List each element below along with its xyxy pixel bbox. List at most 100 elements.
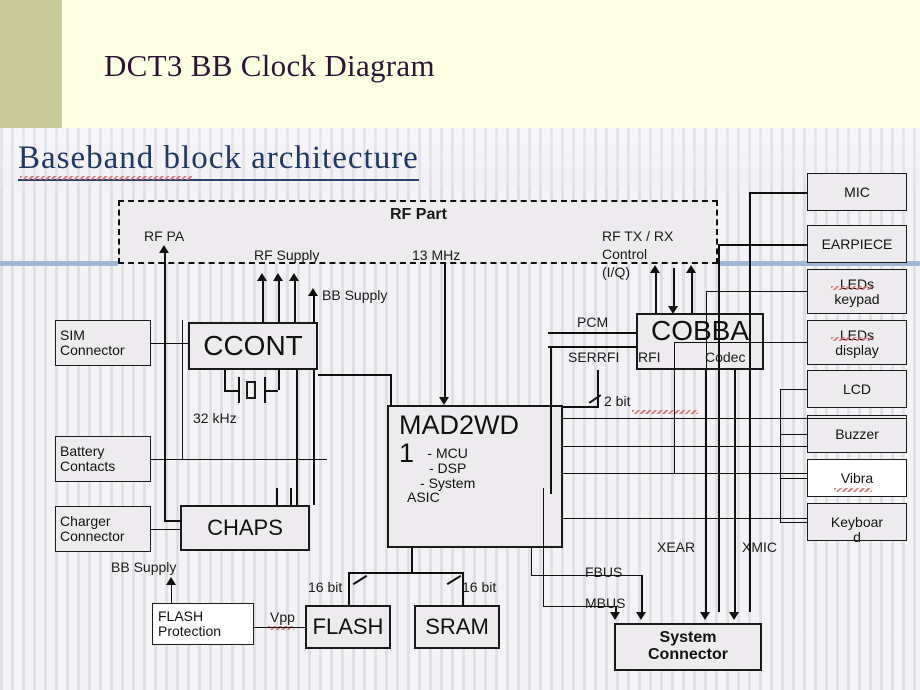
wire-2bit-h — [563, 406, 599, 408]
arrow-bb-supply-bottom — [166, 577, 176, 585]
wire-flash-down — [348, 572, 350, 605]
wire-battery-vert — [182, 320, 183, 459]
wire-earpiece-riser — [718, 244, 720, 612]
charger-line1: Charger — [60, 513, 111, 530]
mad-title: MAD2WD — [399, 410, 519, 440]
mad-line3: - System — [420, 474, 476, 491]
wire-fbus-down — [641, 575, 643, 616]
vpp-label: Vpp — [270, 609, 295, 625]
wire-ccont-elbow-v — [390, 374, 392, 405]
peripheral-keyboard[interactable]: Keyboar d — [807, 503, 907, 544]
peripheral-mic[interactable]: MIC — [807, 173, 907, 211]
wire-serrfi-v — [550, 346, 552, 494]
spellcheck-underline-leds-keypad — [831, 286, 873, 290]
arrow-xear — [700, 612, 710, 620]
wire-earpiece-h — [718, 244, 807, 246]
crystal-lead-right — [278, 370, 280, 390]
block-flash-protection[interactable]: FLASH Protection — [152, 603, 254, 645]
wire-fbus-h — [531, 575, 641, 576]
flash-protection-line2: Protection — [158, 623, 222, 639]
crystal-body — [246, 381, 256, 399]
peripheral-buzzer[interactable]: Buzzer — [807, 415, 907, 453]
block-chaps[interactable]: CHAPS — [180, 505, 310, 551]
mad-line1: - MCU — [427, 445, 468, 462]
wire-chaps-stub-1 — [276, 488, 278, 505]
arrow-bb-supply-top — [308, 288, 318, 296]
slash-flash-bits — [352, 574, 368, 586]
wire-2bit-v — [597, 370, 599, 406]
title-accent-bar — [0, 0, 62, 128]
wire-mic-riser — [749, 192, 751, 612]
peripheral-leds-keypad-label2: keypad — [834, 290, 880, 307]
wire-mbus-v — [543, 488, 544, 606]
wire-mem-bus-h — [348, 572, 462, 574]
peripheral-lcd[interactable]: LCD — [807, 370, 907, 408]
xmic-label: XMIC — [742, 539, 777, 555]
slide: DCT3 BB Clock Diagram Baseband block arc… — [0, 0, 920, 690]
slash-sram-bits — [446, 574, 462, 586]
mbus-label: MBUS — [585, 595, 626, 611]
wire-vibra-stub — [780, 478, 807, 479]
peripheral-leds-display[interactable]: LEDs display — [807, 320, 907, 365]
bb-supply-bottom-label: BB Supply — [111, 559, 177, 575]
page-title: DCT3 BB Clock Diagram — [104, 48, 435, 83]
system-connector-line1: System — [659, 629, 717, 647]
arrow-fbus — [636, 612, 646, 620]
wire-rf-ctrl-up1 — [655, 268, 657, 313]
diagram-canvas: Baseband block architecture RF Part RF P… — [0, 128, 920, 690]
block-sim-connector[interactable]: SIM Connector — [55, 320, 151, 366]
peripheral-leds-keypad[interactable]: LEDs keypad — [807, 269, 907, 314]
wire-riser-leds-display-h — [674, 342, 807, 343]
arrow-xmic — [729, 612, 739, 620]
wire-rf-supply-3 — [294, 276, 296, 322]
wire-lcd-stub — [780, 389, 807, 390]
cobba-label: COBBA — [650, 315, 750, 346]
slash-two-bit — [588, 394, 602, 404]
decorative-rule-left — [0, 261, 118, 266]
arrow-rf-ctrl-dn — [668, 306, 678, 314]
peripheral-mic-label: MIC — [844, 183, 870, 200]
battery-line1: Battery — [60, 443, 105, 460]
peripheral-leds-display-label2: display — [835, 341, 879, 358]
wire-13mhz — [444, 264, 446, 402]
wire-riser-leds-keypad-h — [706, 291, 807, 292]
wire-ccont-down-2 — [313, 370, 315, 505]
block-flash[interactable]: FLASH — [305, 605, 391, 649]
wire-mad-bus-2 — [563, 446, 807, 447]
rf-txrx-control-label3: (I/Q) — [602, 264, 630, 280]
block-mad2wd1[interactable]: MAD2WD 1 - MCU - DSP - System ASIC — [387, 405, 563, 548]
block-system-connector[interactable]: System Connector — [614, 623, 762, 671]
serrfi-label: SERRFI — [568, 349, 620, 365]
rf-pa-label: RF PA — [144, 228, 185, 244]
block-charger-connector[interactable]: Charger Connector — [55, 506, 151, 552]
block-battery-contacts[interactable]: Battery Contacts — [55, 436, 151, 482]
sram-bits-label: 16 bit — [462, 579, 497, 595]
peripheral-lcd-label: LCD — [842, 380, 871, 397]
block-ccont[interactable]: CCONT — [188, 322, 318, 370]
rf-txrx-control-label: RF TX / RX — [602, 228, 674, 244]
wire-xmic — [734, 370, 736, 616]
wire-periph-bus — [780, 389, 781, 522]
block-sram[interactable]: SRAM — [414, 605, 500, 649]
peripheral-keyboard-label: Keyboar — [830, 514, 884, 531]
wire-rf-supply-2 — [278, 276, 280, 322]
spellcheck-underline-heading — [20, 176, 192, 180]
sram-label: SRAM — [425, 614, 489, 640]
wire-charger-to-chaps — [151, 529, 180, 530]
arrow-rf-ctrl-up1 — [650, 265, 660, 273]
fbus-label: FBUS — [585, 564, 623, 580]
peripheral-buzzer-label: Buzzer — [835, 425, 879, 442]
charger-line2: Connector — [60, 528, 125, 544]
title-band: DCT3 BB Clock Diagram — [0, 0, 920, 128]
peripheral-earpiece-label: EARPIECE — [821, 235, 893, 252]
arrow-rf-pa — [159, 245, 169, 253]
wire-vpp — [254, 627, 305, 628]
cobba-codec-label: Codec — [705, 349, 746, 365]
wire-buzzer-stub — [780, 434, 807, 435]
wire-sram-down — [462, 572, 464, 605]
spellcheck-underline-2bit — [632, 410, 698, 414]
wire-pcm — [548, 332, 636, 334]
xear-label: XEAR — [657, 539, 696, 555]
peripheral-earpiece[interactable]: EARPIECE — [807, 225, 907, 263]
wire-rf-ctrl-up2 — [691, 268, 693, 313]
